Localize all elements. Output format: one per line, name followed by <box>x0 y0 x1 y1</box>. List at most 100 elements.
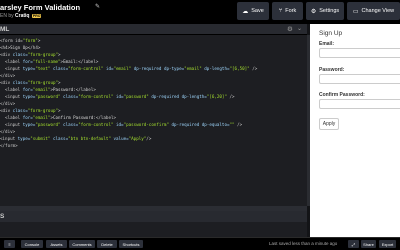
code-token: type= <box>22 122 36 127</box>
code-line[interactable]: </form> <box>0 143 18 149</box>
code-line[interactable]: <div class="form-group"> <box>0 108 61 114</box>
confirm-password-field[interactable] <box>319 99 400 109</box>
code-token: <label <box>0 87 23 92</box>
code-token: </div> <box>0 73 16 78</box>
code-line[interactable]: <div class="form-group"> <box>0 80 61 86</box>
code-line[interactable]: <h4>Sign Up</h4> <box>0 45 40 51</box>
cloud-icon: ☁ <box>242 8 249 15</box>
code-token: "password-confirm" <box>123 122 172 127</box>
shortcuts-button[interactable]: Shortcuts <box>119 240 143 248</box>
code-token: for= <box>22 115 33 120</box>
code-token: Email: <box>63 59 79 64</box>
code-token: type= <box>22 94 36 99</box>
settings-label: Settings <box>319 8 340 14</box>
save-button[interactable]: ☁ Save <box>237 2 269 20</box>
code-token: "email" <box>184 66 205 71</box>
code-token: type= <box>17 136 31 141</box>
apply-button[interactable]: Apply <box>319 118 339 130</box>
code-token: class= <box>52 136 69 141</box>
code-token: "password" <box>123 94 152 99</box>
code-token: <input <box>0 94 23 99</box>
fork-icon: ⑂ <box>278 8 283 14</box>
fork-label: Fork <box>285 8 297 14</box>
code-token: "form-group" <box>27 108 59 113</box>
code-line[interactable]: <input type="submit" class="btn btn-defa… <box>0 136 151 142</box>
code-token: for= <box>22 87 33 92</box>
code-line[interactable]: <div class="form-group"> <box>0 52 61 58</box>
code-token: "full-name" <box>32 59 61 64</box>
code-token: dp-required dp-length= <box>151 94 207 99</box>
code-token: </div> <box>0 129 16 134</box>
code-token: "text" <box>35 66 53 71</box>
code-token: </label> <box>78 59 99 64</box>
code-line[interactable]: <form id="form"> <box>0 38 40 44</box>
editor-settings-icon[interactable]: ⚙ <box>287 25 293 33</box>
console-button[interactable]: Console <box>21 240 43 248</box>
code-token: value= <box>113 136 129 141</box>
expand-icon: ⤢ <box>351 241 356 247</box>
code-token: </label> <box>75 87 96 92</box>
code-token: id= <box>116 94 124 99</box>
gear-icon: ⚙ <box>310 8 317 15</box>
export-button[interactable]: Export <box>379 240 396 248</box>
layout-icon: ▭ <box>352 8 359 15</box>
fullscreen-button[interactable]: ⤢ <box>348 240 359 248</box>
code-token: > <box>37 38 41 43</box>
code-token: > <box>58 80 61 85</box>
code-token: <div <box>0 52 13 57</box>
share-button[interactable]: Share <box>361 240 376 248</box>
top-bar: arsley Form Validation ✎ EN by Cratiq PR… <box>0 0 400 24</box>
code-token: </h4> <box>27 45 41 50</box>
code-token: Password: <box>52 87 76 92</box>
comments-button[interactable]: Comments <box>69 240 95 248</box>
code-line[interactable]: <label for="email">Password:</label> <box>0 87 96 93</box>
code-token: <div <box>0 80 13 85</box>
pencil-icon[interactable]: ✎ <box>95 3 100 10</box>
code-token: "form-group" <box>27 52 59 57</box>
password-field[interactable] <box>319 74 400 84</box>
assets-button[interactable]: Assets <box>46 240 67 248</box>
code-token: /> <box>146 136 152 141</box>
code-line[interactable]: </div> <box>0 73 15 79</box>
pen-title[interactable]: arsley Form Validation <box>0 3 80 12</box>
code-line[interactable]: <input type="password" class="form-contr… <box>0 94 235 100</box>
code-area[interactable]: <form id="form"> <h4>Sign Up</h4> <div cla… <box>0 38 305 163</box>
settings-button[interactable]: ⚙ Settings <box>306 2 344 20</box>
code-token: "form-control" <box>68 66 106 71</box>
email-field[interactable] <box>319 48 400 58</box>
code-token: "[6,50]" <box>229 66 250 71</box>
code-token: "Apply" <box>128 136 147 141</box>
code-line[interactable]: <input type="text" class="form-control" … <box>0 66 257 72</box>
change-view-button[interactable]: ▭ Change View <box>347 2 400 20</box>
code-line[interactable]: <input type="password" class="form-contr… <box>0 122 242 128</box>
code-line[interactable]: </div> <box>0 129 15 135</box>
code-token: dp-length= <box>204 66 230 71</box>
password-label: Password: <box>319 67 345 73</box>
code-token: "submit" <box>30 136 53 141</box>
code-token: "form" <box>22 38 38 43</box>
byline-prefix: EN by <box>0 13 14 19</box>
delete-button[interactable]: Delete <box>97 240 117 248</box>
code-line[interactable]: <label for="email">Confirm Password:</la… <box>0 115 116 121</box>
code-token: "email" <box>32 87 51 92</box>
code-token: <form id= <box>0 38 23 43</box>
code-token: /> <box>249 66 258 71</box>
code-line[interactable]: </div> <box>0 101 15 107</box>
code-token: > <box>58 52 61 57</box>
js-language-label: S <box>0 213 5 220</box>
code-token: Sign Up <box>10 45 28 50</box>
fork-button[interactable]: ⑂ Fork <box>272 2 303 20</box>
code-token: "form-group" <box>27 80 59 85</box>
code-token: type= <box>22 66 36 71</box>
code-token: <label <box>0 115 23 120</box>
js-editor-header[interactable] <box>0 211 307 222</box>
code-token: id= <box>105 66 114 71</box>
author-link[interactable]: Cratiq <box>15 13 29 19</box>
code-token: dp-required dp-equalto= <box>171 122 230 127</box>
code-token: "email" <box>32 115 51 120</box>
code-token: </label> <box>95 115 117 120</box>
code-line[interactable]: <label for="full-name">Email:</label> <box>0 59 98 65</box>
menu-button[interactable]: ≡ <box>4 240 15 248</box>
chevron-down-icon[interactable]: ⌄ <box>297 25 302 32</box>
code-token: <label <box>0 59 23 64</box>
